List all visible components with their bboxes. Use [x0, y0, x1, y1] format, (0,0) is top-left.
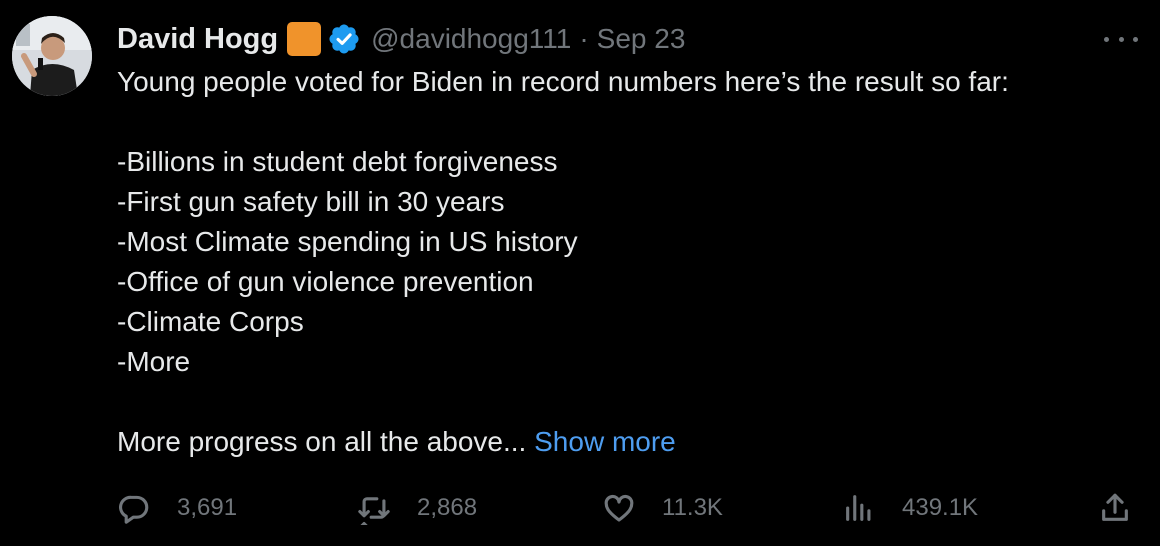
like-button[interactable]: 11.3K — [602, 486, 723, 530]
header-separator: · — [579, 23, 589, 54]
tweet-line — [117, 382, 1009, 422]
tweet-text: Young people voted for Biden in record n… — [117, 62, 1009, 462]
author-name[interactable]: David Hogg — [117, 23, 278, 56]
tweet-last-line: More progress on all the above... Show m… — [117, 422, 1009, 462]
tweet: David Hogg @davidhogg111 · Sep 23 Young … — [0, 0, 1160, 546]
author-handle[interactable]: @davidhogg111 — [371, 23, 571, 55]
share-icon — [1102, 493, 1128, 521]
tweet-line — [117, 102, 1009, 142]
like-count: 11.3K — [662, 494, 723, 521]
share-button[interactable] — [1098, 486, 1132, 530]
avatar-image — [12, 16, 92, 96]
show-more-link[interactable]: Show more — [534, 426, 676, 457]
avatar[interactable] — [12, 16, 92, 96]
tweet-line: -Billions in student debt forgiveness — [117, 146, 558, 177]
views-chart-icon — [846, 495, 871, 521]
reply-button[interactable]: 3,691 — [117, 486, 237, 530]
reply-icon — [119, 495, 149, 524]
reply-count: 3,691 — [177, 494, 238, 521]
action-bar: 3,691 2,868 11.3K 439.1K — [0, 486, 1160, 530]
retweet-count: 2,868 — [417, 494, 478, 521]
retweet-icon — [358, 497, 390, 525]
orange-square-emoji — [287, 22, 322, 56]
heart-icon — [604, 494, 634, 522]
verified-badge-icon — [329, 24, 359, 54]
retweet-button[interactable]: 2,868 — [357, 486, 477, 530]
tweet-line: Young people voted for Biden in record n… — [117, 66, 1009, 97]
tweet-header: David Hogg @davidhogg111 · Sep 23 — [117, 18, 685, 60]
tweet-line: -Office of gun violence prevention — [117, 266, 534, 297]
views-button[interactable]: 439.1K — [842, 486, 978, 530]
more-options-icon[interactable] — [1104, 22, 1138, 56]
tweet-line: -Climate Corps — [117, 306, 304, 337]
tweet-line: -Most Climate spending in US history — [117, 226, 578, 257]
tweet-line: -More — [117, 346, 191, 377]
views-count: 439.1K — [902, 494, 979, 521]
tweet-date[interactable]: Sep 23 — [597, 23, 686, 55]
tweet-line: -First gun safety bill in 30 years — [117, 186, 505, 217]
tweet-line: More progress on all the above... — [117, 426, 535, 457]
